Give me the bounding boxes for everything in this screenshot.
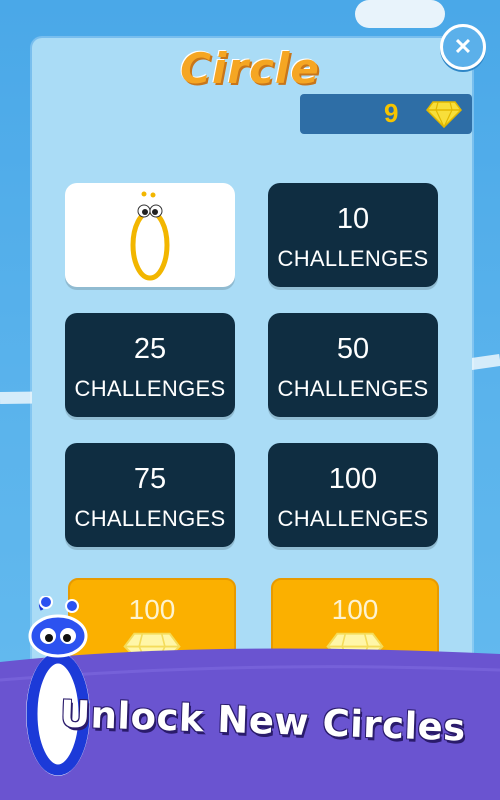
blue-ring-mascot: [26, 596, 90, 776]
gem-count: 9: [384, 98, 399, 128]
page-title: Circle: [180, 44, 320, 93]
close-button[interactable]: ✕: [440, 24, 486, 70]
challenge-label: CHALLENGES: [74, 376, 226, 401]
challenge-count: 50: [336, 333, 370, 365]
circle-tile-selected[interactable]: [65, 183, 235, 287]
challenge-label: CHALLENGES: [277, 246, 429, 271]
background-cloud: [355, 0, 445, 28]
gem-price: 100: [331, 594, 379, 625]
challenge-label: CHALLENGES: [74, 506, 226, 531]
challenge-tile-100[interactable]: 100 CHALLENGES: [268, 443, 438, 547]
challenge-count: 10: [336, 203, 370, 235]
challenge-tile-10[interactable]: 10 CHALLENGES: [268, 183, 438, 287]
challenge-label: CHALLENGES: [277, 506, 429, 531]
challenge-tile-75[interactable]: 75 CHALLENGES: [65, 443, 235, 547]
challenge-tile-50[interactable]: 50 CHALLENGES: [268, 313, 438, 417]
challenge-count: 75: [133, 463, 167, 495]
ring-character-icon: [130, 191, 170, 281]
challenge-count: 100: [328, 463, 378, 495]
challenge-tile-25[interactable]: 25 CHALLENGES: [65, 313, 235, 417]
diamond-icon: [426, 101, 462, 128]
challenge-label: CHALLENGES: [277, 376, 429, 401]
challenge-count: 25: [133, 333, 167, 365]
close-x-icon: ✕: [453, 34, 473, 59]
